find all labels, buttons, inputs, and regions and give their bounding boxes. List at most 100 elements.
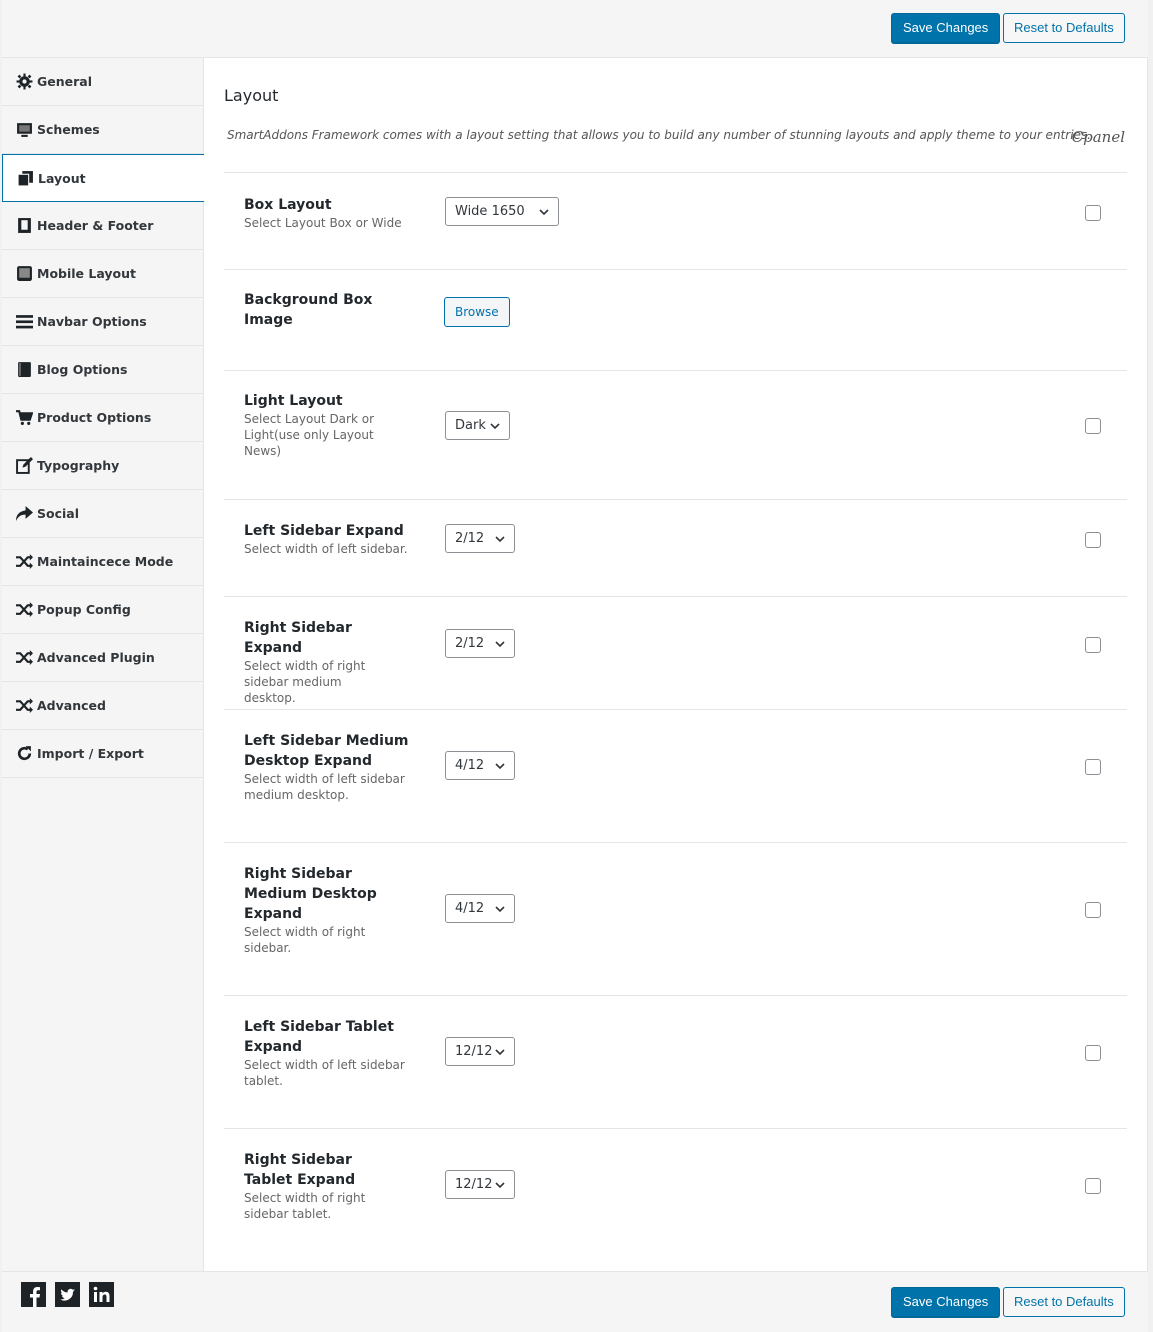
menu-icon (15, 313, 33, 331)
chevron-down-icon (495, 536, 505, 543)
field-row-left-sidebar-medium-desktop-expand: Left Sidebar Medium Desktop Expand Selec… (224, 709, 1127, 842)
browse-button[interactable]: Browse (444, 297, 510, 327)
field-description: Select width of right sidebar medium des… (244, 659, 366, 705)
select-value: 12/12 (455, 1177, 493, 1192)
reset-defaults-button-bottom[interactable]: Reset to Defaults (1003, 1287, 1125, 1317)
sidebar-item-import-export[interactable]: Import / Export (2, 730, 203, 778)
field-title: Box Layout (244, 197, 332, 213)
field-label: Right Sidebar Expand Select width of rig… (244, 618, 414, 706)
sidebar-item-advanced-plugin[interactable]: Advanced Plugin (2, 634, 203, 682)
chevron-down-icon (539, 209, 549, 216)
shuffle-icon (15, 601, 33, 619)
right-sidebar-expand-checkbox[interactable] (1085, 637, 1101, 653)
top-toolbar: Save Changes Reset to Defaults (2, 0, 1148, 58)
chevron-down-icon (495, 763, 505, 770)
select-value: 2/12 (455, 636, 485, 651)
cpanel-label: Cpanel (1071, 128, 1125, 146)
chevron-down-icon (495, 641, 505, 648)
facebook-icon[interactable] (21, 1282, 46, 1307)
light-layout-select[interactable]: Dark (445, 411, 510, 440)
sidebar-item-label: Navbar Options (37, 314, 147, 329)
sidebar-item-label: Social (37, 506, 80, 521)
sidebar-item-header-footer[interactable]: Header & Footer (2, 202, 203, 250)
field-title: Left Sidebar Medium Desktop Expand (244, 733, 409, 769)
book-icon (15, 361, 33, 379)
select-value: 4/12 (455, 758, 485, 773)
refresh-icon (15, 745, 33, 763)
sidebar-item-label: Layout (38, 170, 86, 186)
sidebar-item-label: Schemes (37, 122, 100, 137)
sidebar-item-label: General (37, 74, 92, 89)
section-description: SmartAddons Framework comes with a layou… (227, 128, 1091, 142)
select-value: 4/12 (455, 901, 485, 916)
save-changes-button-top[interactable]: Save Changes (891, 13, 1001, 43)
sidebar-item-mobile-layout[interactable]: Mobile Layout (2, 250, 203, 298)
field-row-background-box-image: Background Box Image Browse (224, 269, 1127, 370)
sidebar-item-label: Advanced Plugin (37, 650, 155, 665)
field-title: Light Layout (244, 393, 343, 409)
gear-icon (15, 73, 33, 91)
right-sidebar-tablet-checkbox[interactable] (1085, 1178, 1101, 1194)
linkedin-icon[interactable] (89, 1282, 114, 1307)
field-description: Select width of left sidebar. (244, 542, 408, 556)
share-icon (15, 505, 33, 523)
left-sidebar-expand-checkbox[interactable] (1085, 532, 1101, 548)
sidebar-item-label: Maintaincece Mode (37, 554, 174, 569)
edit-icon (15, 457, 33, 475)
sidebar-item-typography[interactable]: Typography (2, 442, 203, 490)
box-layout-select[interactable]: Wide 1650 (445, 197, 559, 226)
sidebar-item-blog-options[interactable]: Blog Options (2, 346, 203, 394)
sidebar-nav: General Schemes Layout Header & Footer M… (2, 58, 205, 1271)
field-label: Left Sidebar Tablet Expand Select width … (244, 1017, 409, 1089)
left-sidebar-tablet-select[interactable]: 12/12 (445, 1037, 515, 1066)
sidebar-item-label: Advanced (37, 698, 106, 713)
field-row-left-sidebar-tablet-expand: Left Sidebar Tablet Expand Select width … (224, 995, 1127, 1128)
field-row-right-sidebar-tablet-expand: Right Sidebar Tablet Expand Select width… (224, 1128, 1127, 1261)
sidebar-item-general[interactable]: General (2, 58, 203, 106)
select-value: Dark (455, 418, 486, 433)
right-sidebar-medium-desktop-select[interactable]: 4/12 (445, 894, 515, 923)
field-description: Select width of right sidebar tablet. (244, 1191, 366, 1221)
field-label: Right Sidebar Medium Desktop Expand Sele… (244, 864, 384, 956)
footer-toolbar: Save Changes Reset to Defaults (2, 1271, 1148, 1332)
reset-defaults-button-top[interactable]: Reset to Defaults (1003, 13, 1125, 43)
field-row-light-layout: Light Layout Select Layout Dark or Light… (224, 370, 1127, 499)
shuffle-icon (15, 649, 33, 667)
sidebar-item-label: Blog Options (37, 362, 128, 377)
field-label: Right Sidebar Tablet Expand Select width… (244, 1150, 404, 1222)
sidebar-item-layout[interactable]: Layout (2, 154, 205, 202)
sidebar-item-maintenance-mode[interactable]: Maintaincece Mode (2, 538, 203, 586)
sidebar-item-product-options[interactable]: Product Options (2, 394, 203, 442)
save-changes-button-bottom[interactable]: Save Changes (891, 1287, 1001, 1317)
sidebar-item-label: Typography (37, 458, 120, 473)
book-icon (15, 217, 33, 235)
sidebar-item-label: Import / Export (37, 746, 144, 761)
left-sidebar-medium-desktop-select[interactable]: 4/12 (445, 751, 515, 780)
field-label: Background Box Image (244, 290, 414, 330)
light-layout-checkbox[interactable] (1085, 418, 1101, 434)
right-sidebar-expand-select[interactable]: 2/12 (445, 629, 515, 658)
twitter-icon[interactable] (55, 1282, 80, 1307)
left-sidebar-medium-desktop-checkbox[interactable] (1085, 759, 1101, 775)
field-title: Left Sidebar Tablet Expand (244, 1019, 394, 1055)
right-sidebar-medium-desktop-checkbox[interactable] (1085, 902, 1101, 918)
field-row-right-sidebar-medium-desktop-expand: Right Sidebar Medium Desktop Expand Sele… (224, 842, 1127, 995)
field-row-box-layout: Box Layout Select Layout Box or Wide Wid… (224, 172, 1127, 269)
field-title: Right Sidebar Expand (244, 620, 352, 656)
left-sidebar-expand-select[interactable]: 2/12 (445, 524, 515, 553)
field-label: Box Layout Select Layout Box or Wide (244, 195, 414, 231)
sidebar-item-advanced[interactable]: Advanced (2, 682, 203, 730)
field-description: Select width of left sidebar medium desk… (244, 772, 405, 802)
sidebar-item-social[interactable]: Social (2, 490, 203, 538)
chevron-down-icon (490, 423, 500, 430)
field-label: Light Layout Select Layout Dark or Light… (244, 391, 394, 459)
sidebar-item-popup-config[interactable]: Popup Config (2, 586, 203, 634)
left-sidebar-tablet-checkbox[interactable] (1085, 1045, 1101, 1061)
box-layout-checkbox[interactable] (1085, 205, 1101, 221)
field-description: Select Layout Dark or Light(use only Lay… (244, 412, 375, 458)
field-label: Left Sidebar Expand Select width of left… (244, 521, 419, 557)
sidebar-item-navbar-options[interactable]: Navbar Options (2, 298, 203, 346)
right-sidebar-tablet-select[interactable]: 12/12 (445, 1170, 515, 1199)
chevron-down-icon (495, 1182, 505, 1189)
sidebar-item-schemes[interactable]: Schemes (2, 106, 203, 154)
